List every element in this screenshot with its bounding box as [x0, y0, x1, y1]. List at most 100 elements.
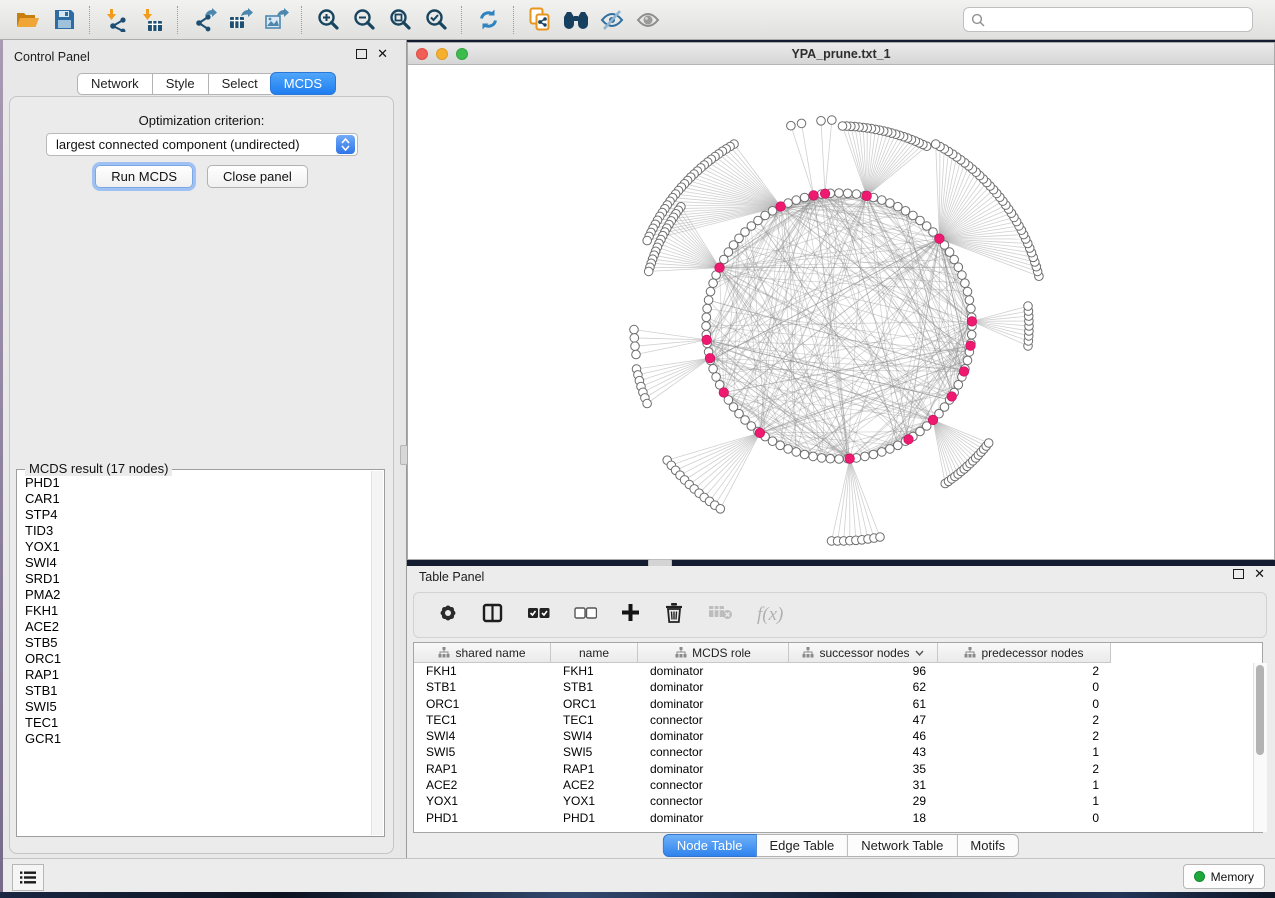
save-session-button[interactable]	[46, 4, 82, 36]
network-node[interactable]	[878, 196, 887, 205]
network-node[interactable]	[784, 445, 793, 454]
mcds-result-item[interactable]: PMA2	[25, 587, 368, 603]
mcds-result-item[interactable]: GCR1	[25, 731, 368, 747]
zoom-in-button[interactable]	[310, 4, 346, 36]
table-row[interactable]: SWI5SWI5connector431	[414, 744, 1262, 760]
network-leaf-node[interactable]	[631, 342, 640, 351]
network-leaf-node[interactable]	[838, 122, 847, 131]
table-row[interactable]: RAP1RAP1dominator352	[414, 761, 1262, 777]
mcds-result-item[interactable]: SRD1	[25, 571, 368, 587]
network-node[interactable]	[800, 193, 809, 202]
mcds-result-item[interactable]: STB1	[25, 683, 368, 699]
network-node[interactable]	[954, 263, 963, 272]
network-node[interactable]	[894, 202, 903, 211]
network-search-field[interactable]	[963, 7, 1253, 32]
column-header-shared-name[interactable]: shared name	[414, 643, 551, 663]
float-window-icon[interactable]	[356, 49, 367, 59]
network-node[interactable]	[963, 287, 972, 296]
network-hub-node[interactable]	[820, 189, 830, 199]
network-node[interactable]	[768, 437, 777, 446]
network-leaf-node[interactable]	[1024, 302, 1033, 311]
clone-network-button[interactable]	[522, 4, 558, 36]
import-table-button[interactable]	[134, 4, 170, 36]
column-header-name[interactable]: name	[551, 643, 638, 663]
network-leaf-node[interactable]	[984, 439, 993, 448]
mcds-result-item[interactable]: ACE2	[25, 619, 368, 635]
export-table-button[interactable]	[222, 4, 258, 36]
close-panel-icon[interactable]: ✕	[1254, 569, 1265, 579]
network-node[interactable]	[826, 454, 835, 463]
network-leaf-node[interactable]	[716, 505, 725, 514]
network-node[interactable]	[886, 199, 895, 208]
network-hub-node[interactable]	[928, 415, 938, 425]
network-leaf-node[interactable]	[632, 350, 641, 359]
tab-network[interactable]: Network	[77, 73, 152, 95]
close-panel-icon[interactable]: ✕	[377, 49, 388, 59]
network-node[interactable]	[958, 271, 967, 280]
network-hub-node[interactable]	[845, 454, 855, 464]
network-hub-node[interactable]	[715, 263, 725, 273]
network-leaf-node[interactable]	[828, 116, 837, 125]
network-node[interactable]	[817, 454, 826, 463]
tab-mcds[interactable]: MCDS	[270, 72, 336, 95]
network-node[interactable]	[886, 445, 895, 454]
table-scrollbar-thumb[interactable]	[1256, 665, 1264, 755]
network-node[interactable]	[792, 196, 801, 205]
network-leaf-node[interactable]	[643, 236, 652, 245]
network-graph[interactable]	[408, 65, 1274, 559]
tab-style[interactable]: Style	[152, 73, 208, 95]
panel-menu-button[interactable]	[12, 864, 44, 891]
mcds-result-item[interactable]: STP4	[25, 507, 368, 523]
network-node[interactable]	[967, 304, 976, 313]
search-input[interactable]	[991, 12, 1245, 28]
mcds-result-item[interactable]: SWI5	[25, 699, 368, 715]
network-node[interactable]	[963, 356, 972, 365]
network-hub-node[interactable]	[935, 234, 945, 244]
network-node[interactable]	[835, 455, 844, 464]
table-mode-gear-button[interactable]	[438, 603, 458, 628]
network-node[interactable]	[706, 287, 715, 296]
column-header-successor-nodes[interactable]: successor nodes	[789, 643, 938, 663]
network-node[interactable]	[702, 313, 711, 322]
network-node[interactable]	[852, 190, 861, 199]
tab-motifs[interactable]: Motifs	[957, 834, 1019, 857]
table-row[interactable]: STB1STB1dominator620	[414, 679, 1262, 695]
show-hide-columns-button[interactable]	[482, 603, 503, 628]
tab-node-table[interactable]: Node Table	[663, 834, 757, 857]
network-window-titlebar[interactable]: YPA_prune.txt_1	[408, 43, 1274, 65]
table-row[interactable]: ORC1ORC1dominator610	[414, 696, 1262, 712]
network-hub-node[interactable]	[809, 191, 819, 201]
network-hub-node[interactable]	[755, 428, 765, 438]
network-hub-node[interactable]	[966, 341, 976, 351]
add-column-button[interactable]	[621, 603, 640, 627]
network-node[interactable]	[704, 296, 713, 305]
mcds-result-item[interactable]: SWI4	[25, 555, 368, 571]
select-all-button[interactable]	[527, 606, 550, 625]
memory-button[interactable]: Memory	[1183, 864, 1265, 889]
network-node[interactable]	[709, 365, 718, 374]
search-network-button[interactable]	[558, 4, 594, 36]
table-row[interactable]: ACE2ACE2connector311	[414, 777, 1262, 793]
network-node[interactable]	[809, 452, 818, 461]
optimization-criterion-select[interactable]: largest connected component (undirected)	[46, 133, 358, 156]
open-session-button[interactable]	[10, 4, 46, 36]
delete-columns-button[interactable]	[664, 602, 684, 628]
table-row[interactable]: TEC1TEC1connector472	[414, 712, 1262, 728]
mcds-result-item[interactable]: CAR1	[25, 491, 368, 507]
mcds-result-item[interactable]: PHD1	[25, 475, 368, 491]
run-mcds-button[interactable]: Run MCDS	[95, 165, 193, 188]
network-hub-node[interactable]	[705, 353, 715, 363]
network-hub-node[interactable]	[862, 191, 872, 201]
mcds-result-item[interactable]: FKH1	[25, 603, 368, 619]
mcds-result-item[interactable]: STB5	[25, 635, 368, 651]
zoom-fit-button[interactable]	[382, 4, 418, 36]
mcds-result-item[interactable]: ORC1	[25, 651, 368, 667]
network-node[interactable]	[961, 279, 970, 288]
network-node[interactable]	[703, 304, 712, 313]
network-node[interactable]	[712, 373, 721, 382]
table-row[interactable]: FKH1FKH1dominator962	[414, 663, 1262, 679]
network-node[interactable]	[894, 441, 903, 450]
network-hub-node[interactable]	[967, 317, 977, 327]
network-hub-node[interactable]	[947, 392, 957, 402]
mcds-list-scrollbar[interactable]	[371, 471, 383, 835]
